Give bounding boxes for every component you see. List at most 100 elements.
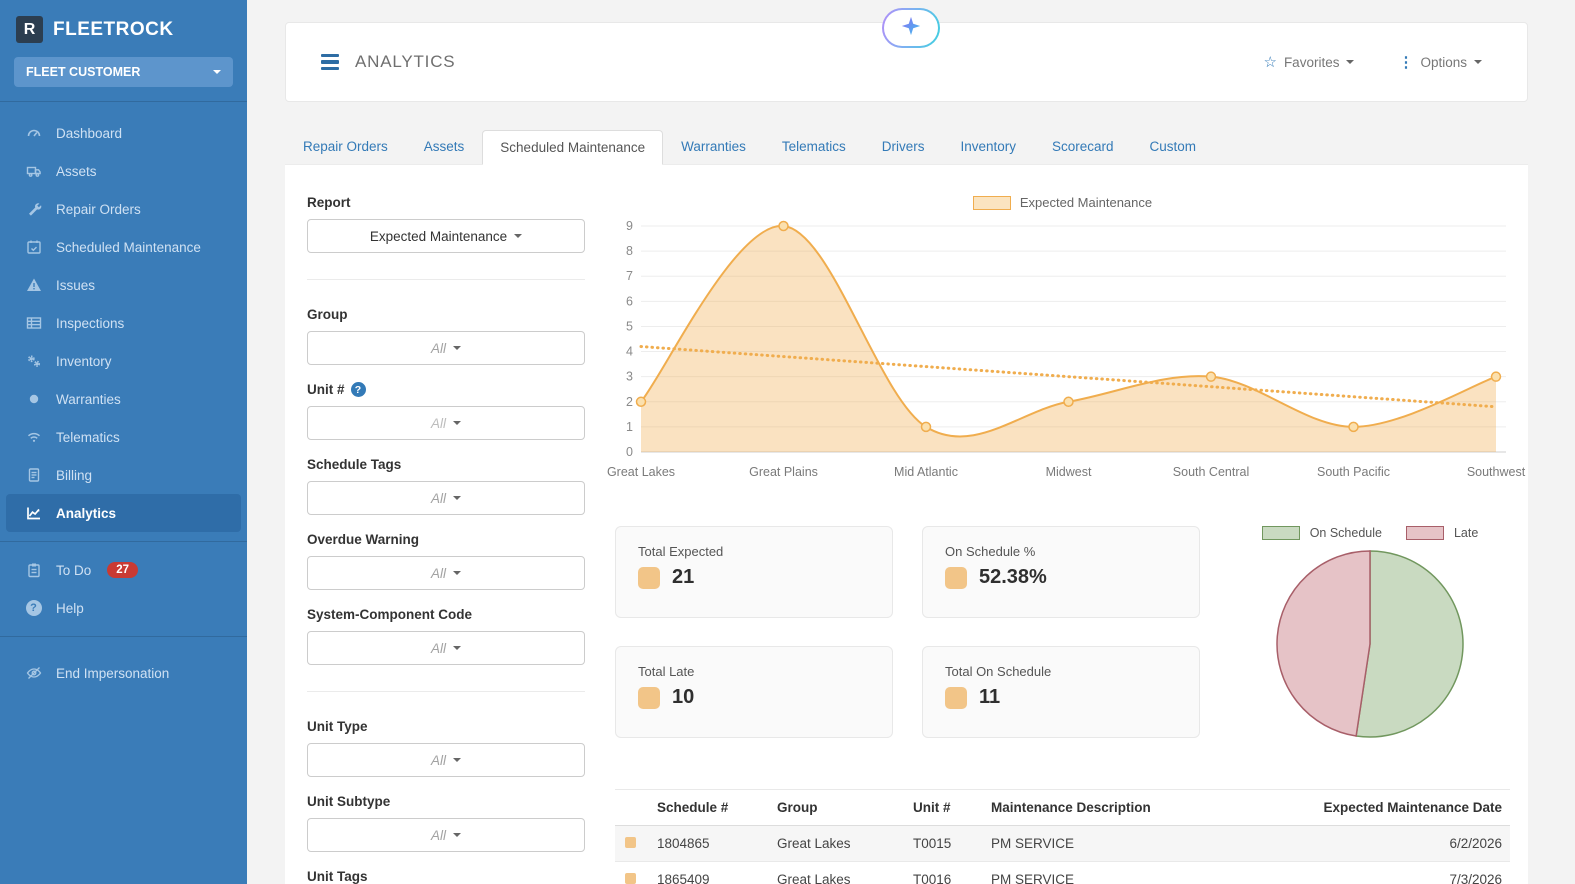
sidebar-item-end-impersonation[interactable]: End Impersonation — [0, 654, 247, 692]
sidebar-item-analytics[interactable]: Analytics — [6, 494, 241, 532]
gears-icon — [25, 353, 42, 370]
sidebar-item-label: Dashboard — [56, 125, 123, 141]
favorites-dropdown[interactable]: ☆ Favorites — [1263, 53, 1355, 71]
truck-icon — [25, 163, 42, 180]
stat-value: 52.38% — [979, 566, 1047, 588]
analytics-tabs: Repair Orders Assets Scheduled Maintenan… — [285, 129, 1528, 165]
unit-type-filter-label: Unit Type — [307, 719, 368, 734]
svg-text:2: 2 — [626, 395, 633, 409]
tab-drivers[interactable]: Drivers — [864, 129, 943, 164]
sidebar-item-dashboard[interactable]: Dashboard — [0, 114, 247, 152]
orange-square-icon — [945, 686, 967, 709]
schedule-tags-filter-dropdown[interactable]: All — [307, 481, 585, 515]
sidebar-divider — [0, 541, 247, 542]
svg-text:4: 4 — [626, 345, 633, 359]
sidebar-nav: Dashboard Assets Repair Orders Scheduled… — [0, 102, 247, 532]
question-icon: ? — [25, 600, 42, 617]
sidebar-item-telematics[interactable]: Telematics — [0, 418, 247, 456]
chevron-down-icon — [453, 571, 461, 575]
tab-repair-orders[interactable]: Repair Orders — [285, 129, 406, 164]
badge-icon — [25, 391, 42, 408]
svg-text:0: 0 — [626, 445, 633, 459]
sidebar-item-todo[interactable]: To Do 27 — [0, 551, 247, 589]
chevron-down-icon — [1474, 60, 1482, 64]
overdue-warning-filter-value: All — [430, 565, 446, 581]
clipboard-icon — [25, 562, 42, 579]
sidebar-item-warranties[interactable]: Warranties — [0, 380, 247, 418]
sidebar-item-label: Telematics — [56, 429, 120, 445]
fleet-customer-selector[interactable]: FLEET CUSTOMER — [14, 57, 233, 87]
orange-square-icon — [945, 566, 967, 589]
hamburger-menu-icon[interactable] — [321, 53, 339, 71]
summary-row: Total Expected 21 On Schedule % 52.38% T… — [615, 526, 1510, 745]
table-header-date: Expected Maintenance Date — [1300, 789, 1510, 826]
table-row[interactable]: 1804865 Great Lakes T0015 PM SERVICE 6/2… — [615, 825, 1510, 862]
wifi-icon — [25, 429, 42, 446]
ai-assistant-button[interactable] — [882, 8, 940, 48]
unit-type-filter-dropdown[interactable]: All — [307, 743, 585, 777]
sidebar-item-billing[interactable]: Billing — [0, 456, 247, 494]
unit-subtype-filter-label: Unit Subtype — [307, 794, 391, 809]
stat-value: 10 — [672, 686, 695, 708]
cell-unit: T0015 — [905, 825, 983, 862]
group-filter-dropdown[interactable]: All — [307, 331, 585, 365]
options-dropdown[interactable]: ⋮ Options — [1398, 53, 1482, 71]
tab-assets[interactable]: Assets — [406, 129, 483, 164]
chevron-down-icon — [1346, 60, 1355, 64]
legend-label: Expected Maintenance — [1019, 195, 1153, 210]
unit-filter-dropdown[interactable]: All — [307, 406, 585, 440]
sidebar-item-assets[interactable]: Assets — [0, 152, 247, 190]
unit-subtype-filter-value: All — [430, 827, 446, 843]
chevron-down-icon — [453, 646, 461, 650]
sidebar-item-issues[interactable]: Issues — [0, 266, 247, 304]
schedule-tags-filter-value: All — [430, 490, 446, 506]
sidebar-item-inspections[interactable]: Inspections — [0, 304, 247, 342]
legend-swatch-late — [1405, 526, 1444, 540]
app-name: FLEETROCK — [53, 18, 174, 40]
legend-swatch-on-schedule — [1261, 526, 1300, 540]
sidebar-item-label: Inventory — [56, 353, 112, 369]
unit-subtype-filter-dropdown[interactable]: All — [307, 818, 585, 852]
filter-divider — [307, 279, 585, 280]
sidebar-item-label: Analytics — [56, 505, 117, 521]
svg-text:Southwest: Southwest — [1467, 465, 1526, 479]
table-row[interactable]: 1865409 Great Lakes T0016 PM SERVICE 7/3… — [615, 861, 1510, 884]
system-component-filter-dropdown[interactable]: All — [307, 631, 585, 665]
tab-telematics[interactable]: Telematics — [764, 129, 864, 164]
tab-warranties[interactable]: Warranties — [663, 129, 764, 164]
star-icon: ☆ — [1263, 54, 1277, 71]
tab-scorecard[interactable]: Scorecard — [1034, 129, 1132, 164]
orange-square-icon — [625, 873, 636, 884]
expected-maintenance-area-chart[interactable]: 0 1 2 3 4 5 6 7 8 9 Great Lakes Great Plains Mid Atl… — [607, 212, 1526, 484]
stat-label: Total Late — [638, 664, 695, 679]
table-icon — [25, 315, 42, 332]
on-schedule-pie-chart[interactable] — [1274, 548, 1466, 745]
svg-text:Mid Atlantic: Mid Atlantic — [894, 465, 958, 479]
tab-inventory[interactable]: Inventory — [942, 129, 1034, 164]
sidebar-item-scheduled-maintenance[interactable]: Scheduled Maintenance — [0, 228, 247, 266]
table-header-description: Maintenance Description — [983, 789, 1300, 826]
tab-scheduled-maintenance[interactable]: Scheduled Maintenance — [482, 130, 664, 165]
sidebar-item-inventory[interactable]: Inventory — [0, 342, 247, 380]
stat-label: Total On Schedule — [945, 664, 1052, 679]
app-logo: R FLEETROCK — [0, 0, 247, 57]
vertical-dots-icon: ⋮ — [1398, 54, 1414, 71]
cell-group: Great Lakes — [769, 825, 905, 862]
help-icon[interactable]: ? — [350, 382, 366, 397]
report-filter-label: Report — [307, 195, 351, 210]
orange-square-icon — [625, 837, 636, 848]
system-component-filter-value: All — [430, 640, 446, 656]
cell-schedule: 1865409 — [649, 861, 769, 884]
sidebar-item-label: Assets — [56, 163, 97, 179]
overdue-warning-filter-dropdown[interactable]: All — [307, 556, 585, 590]
chevron-down-icon — [453, 421, 461, 425]
report-filter-dropdown[interactable]: Expected Maintenance — [307, 219, 585, 253]
sidebar-item-help[interactable]: ? Help — [0, 589, 247, 627]
table-header-icon-col — [615, 789, 649, 826]
tab-custom[interactable]: Custom — [1132, 129, 1215, 164]
orange-square-icon — [638, 566, 660, 589]
sidebar-item-repair-orders[interactable]: Repair Orders — [0, 190, 247, 228]
svg-text:1: 1 — [626, 420, 633, 434]
stat-value: 11 — [979, 686, 1001, 708]
sidebar-item-label: To Do — [56, 562, 92, 578]
